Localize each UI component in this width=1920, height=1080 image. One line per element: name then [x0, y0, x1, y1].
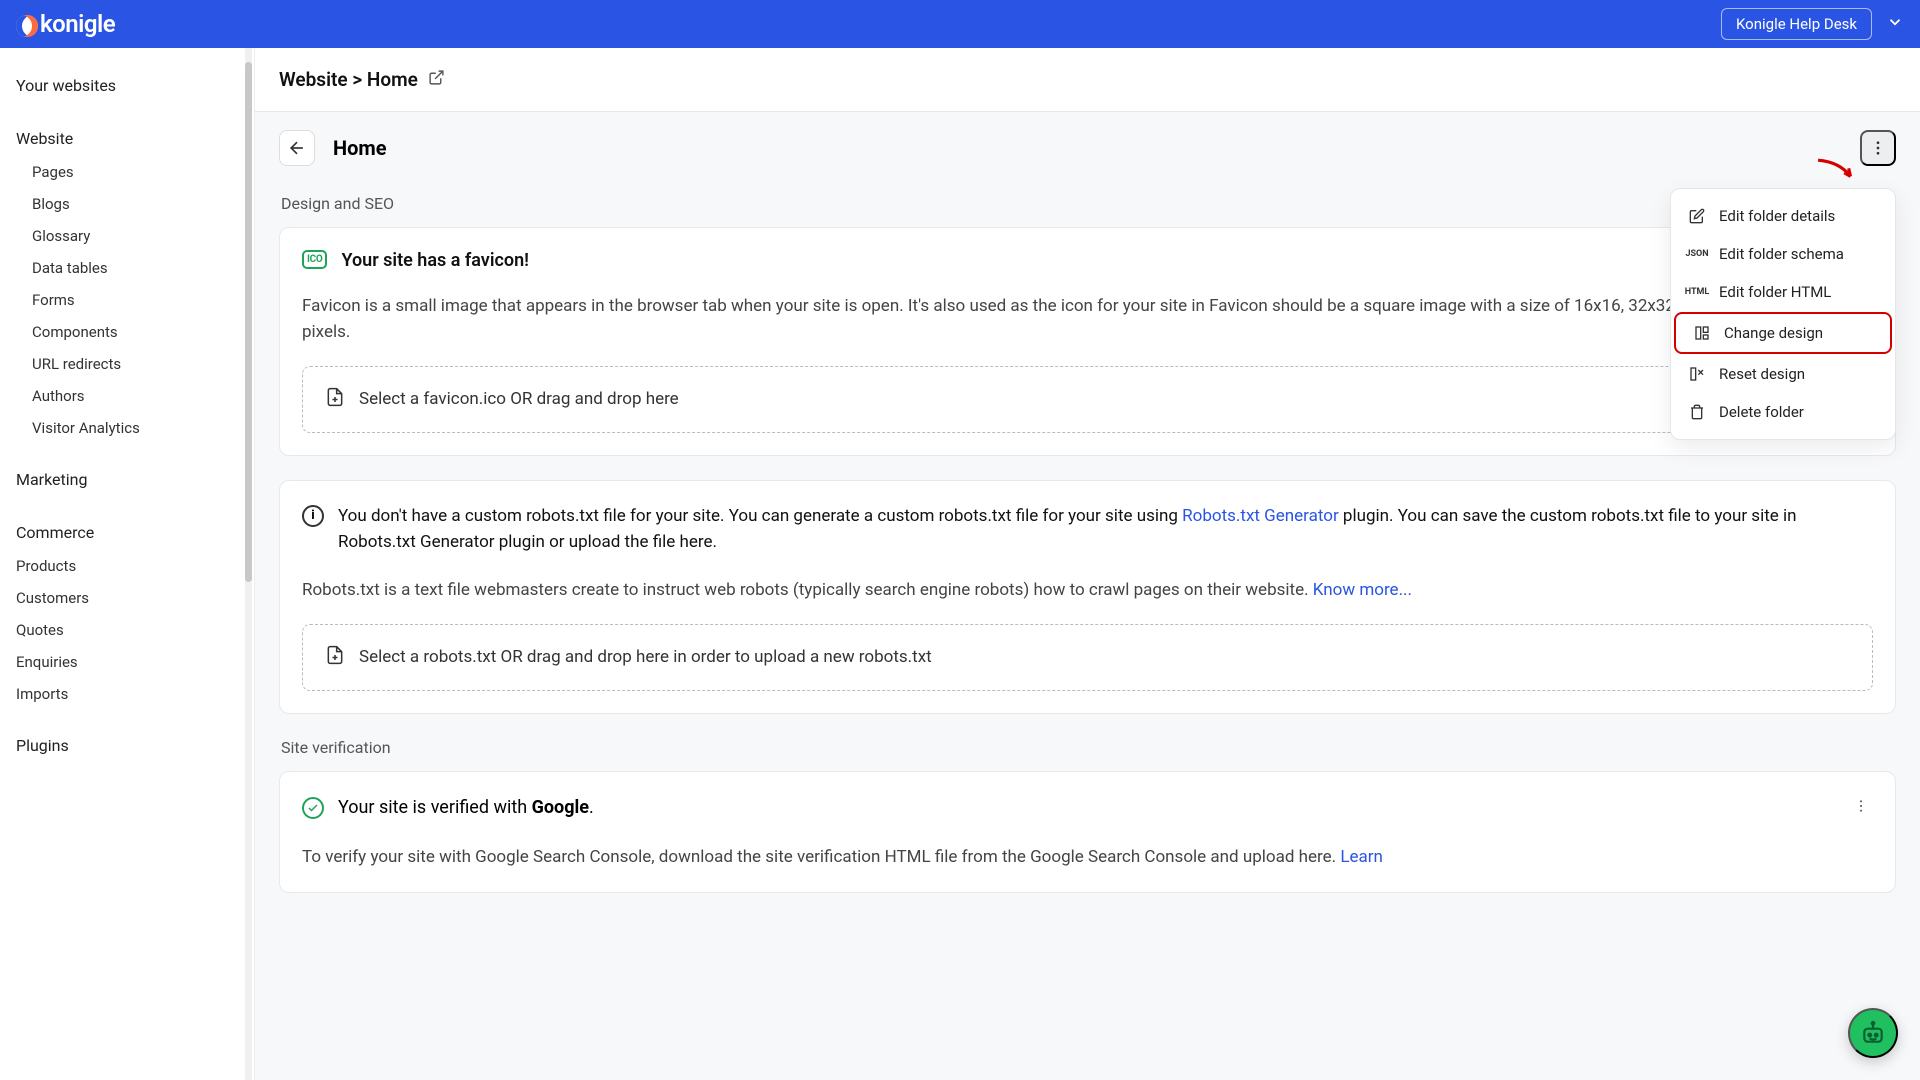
sidebar-item-glossary[interactable]: Glossary: [8, 220, 246, 252]
external-link-icon[interactable]: [428, 69, 445, 90]
edit-icon: [1687, 208, 1707, 224]
robots-card: i You don't have a custom robots.txt fil…: [279, 480, 1896, 714]
favicon-card-desc: Favicon is a small image that appears in…: [302, 293, 1873, 346]
sidebar-item-products[interactable]: Products: [8, 550, 246, 582]
sidebar-item-components[interactable]: Components: [8, 316, 246, 348]
dropdown-label: Delete folder: [1719, 403, 1804, 421]
top-bar: konigle Konigle Help Desk: [0, 0, 1920, 48]
dropdown-edit-folder-schema[interactable]: JSON Edit folder schema: [1671, 235, 1895, 273]
sidebar-item-quotes[interactable]: Quotes: [8, 614, 246, 646]
chat-fab-button[interactable]: [1848, 1008, 1898, 1058]
sidebar: Your websites Website Pages Blogs Glossa…: [0, 48, 255, 1080]
favicon-card-title: Your site has a favicon!: [341, 250, 528, 271]
sidebar-section-website[interactable]: Website: [8, 121, 246, 156]
breadcrumb-bar: Website > Home: [255, 48, 1920, 112]
verification-desc: To verify your site with Google Search C…: [302, 844, 1873, 870]
more-options-button[interactable]: [1860, 130, 1896, 166]
verification-learn-link[interactable]: Learn: [1340, 847, 1383, 867]
sidebar-section-commerce[interactable]: Commerce: [8, 515, 246, 550]
scrollbar-thumb[interactable]: [245, 62, 252, 582]
robots-know-more-link[interactable]: Know more...: [1313, 580, 1412, 600]
file-add-icon: [325, 645, 345, 670]
verification-card: Your site is verified with Google. To ve…: [279, 771, 1896, 893]
section-design-seo: Design and SEO: [281, 194, 1896, 213]
sidebar-item-blogs[interactable]: Blogs: [8, 188, 246, 220]
arrow-annotation: [1814, 153, 1860, 193]
robots-dropzone[interactable]: Select a robots.txt OR drag and drop her…: [302, 624, 1873, 691]
back-button[interactable]: [279, 130, 315, 166]
sidebar-item-data-tables[interactable]: Data tables: [8, 252, 246, 284]
layout-icon: [1692, 325, 1712, 341]
html-icon: HTML: [1687, 287, 1707, 297]
robots-dropzone-text: Select a robots.txt OR drag and drop her…: [359, 647, 932, 667]
favicon-dropzone[interactable]: Select a favicon.ico OR drag and drop he…: [302, 366, 1873, 433]
sidebar-your-websites[interactable]: Your websites: [8, 68, 246, 103]
favicon-badge-icon: ICO: [302, 250, 327, 269]
chat-bot-icon: [1860, 1020, 1886, 1046]
dropdown-label: Reset design: [1719, 365, 1805, 383]
dropdown-edit-folder-html[interactable]: HTML Edit folder HTML: [1671, 273, 1895, 311]
folder-actions-dropdown: Edit folder details JSON Edit folder sch…: [1670, 188, 1896, 440]
robots-card-desc: Robots.txt is a text file webmasters cre…: [302, 577, 1873, 603]
favicon-dropzone-text: Select a favicon.ico OR drag and drop he…: [359, 389, 679, 409]
sidebar-section-plugins[interactable]: Plugins: [8, 728, 246, 763]
dropdown-change-design[interactable]: Change design: [1674, 312, 1892, 354]
chevron-down-icon[interactable]: [1886, 13, 1904, 35]
info-icon: i: [302, 505, 324, 527]
verification-more-icon[interactable]: [1849, 794, 1873, 822]
dropdown-label: Change design: [1724, 324, 1823, 342]
file-add-icon: [325, 387, 345, 412]
robots-card-text: You don't have a custom robots.txt file …: [338, 503, 1873, 556]
check-circle-icon: [302, 797, 324, 819]
sidebar-item-pages[interactable]: Pages: [8, 156, 246, 188]
sidebar-item-imports[interactable]: Imports: [8, 678, 246, 710]
json-icon: JSON: [1687, 249, 1707, 259]
reset-icon: [1687, 366, 1707, 382]
sidebar-item-customers[interactable]: Customers: [8, 582, 246, 614]
brand-text: konigle: [40, 10, 115, 38]
favicon-card: ICO Your site has a favicon! Favicon is …: [279, 227, 1896, 456]
robots-generator-link[interactable]: Robots.txt Generator: [1182, 506, 1339, 526]
sidebar-section-marketing[interactable]: Marketing: [8, 462, 246, 497]
sidebar-item-visitor-analytics[interactable]: Visitor Analytics: [8, 412, 246, 444]
dropdown-label: Edit folder schema: [1719, 245, 1844, 263]
verification-title: Your site is verified with Google.: [338, 797, 594, 818]
sidebar-item-enquiries[interactable]: Enquiries: [8, 646, 246, 678]
dropdown-delete-folder[interactable]: Delete folder: [1671, 393, 1895, 431]
page-title: Home: [333, 136, 387, 160]
breadcrumb[interactable]: Website > Home: [279, 68, 418, 91]
sidebar-item-forms[interactable]: Forms: [8, 284, 246, 316]
sidebar-item-authors[interactable]: Authors: [8, 380, 246, 412]
trash-icon: [1687, 404, 1707, 420]
sidebar-item-url-redirects[interactable]: URL redirects: [8, 348, 246, 380]
help-desk-button[interactable]: Konigle Help Desk: [1721, 8, 1872, 40]
dropdown-reset-design[interactable]: Reset design: [1671, 355, 1895, 393]
dropdown-label: Edit folder HTML: [1719, 283, 1831, 301]
dropdown-label: Edit folder details: [1719, 207, 1835, 225]
brand-logo[interactable]: konigle: [16, 10, 115, 38]
section-site-verification: Site verification: [281, 738, 1896, 757]
logo-icon: [16, 15, 38, 37]
dropdown-edit-folder-details[interactable]: Edit folder details: [1671, 197, 1895, 235]
main-content: Website > Home Home Design and SEO ICO Y…: [255, 48, 1920, 1080]
